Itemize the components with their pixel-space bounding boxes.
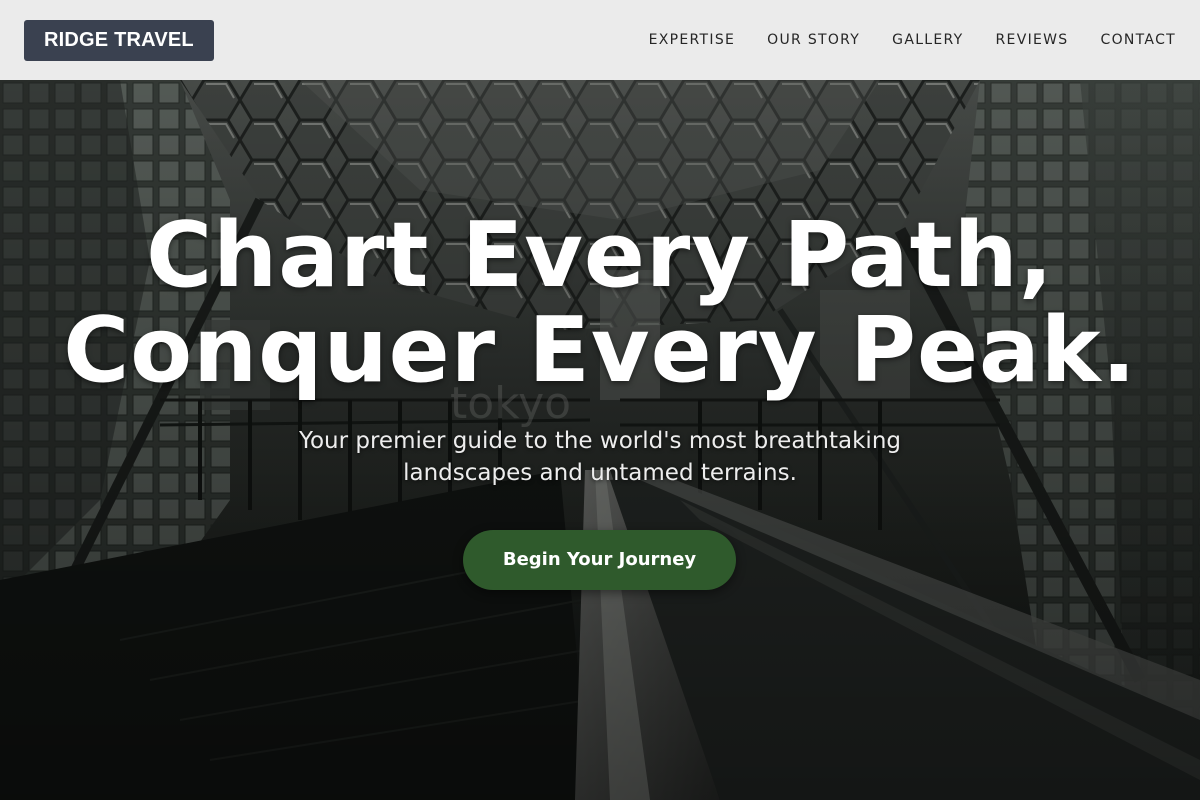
hero-section: tokyo Chart Every Path, Conquer Every Pe… <box>0 80 1200 800</box>
brand-logo-button[interactable]: RIDGE TRAVEL <box>24 19 214 61</box>
hero-subtitle-line-1: Your premier guide to the world's most b… <box>298 428 902 454</box>
nav-link-expertise[interactable]: EXPERTISE <box>649 32 736 48</box>
hero-title-line-1: Chart Every Path, <box>146 203 1054 308</box>
hero-title: Chart Every Path, Conquer Every Peak. <box>0 208 1200 398</box>
hero-subtitle-line-2: landscapes and untamed terrains. <box>403 460 797 486</box>
nav-link-contact[interactable]: CONTACT <box>1101 32 1177 48</box>
nav-link-reviews[interactable]: REVIEWS <box>996 32 1069 48</box>
hero-content: Chart Every Path, Conquer Every Peak. Yo… <box>0 80 1200 800</box>
hero-subtitle: Your premier guide to the world's most b… <box>270 425 930 489</box>
nav-link-our-story[interactable]: OUR STORY <box>767 32 860 48</box>
main-nav: EXPERTISE OUR STORY GALLERY REVIEWS CONT… <box>649 32 1176 48</box>
begin-journey-button[interactable]: Begin Your Journey <box>463 530 736 590</box>
nav-link-gallery[interactable]: GALLERY <box>892 32 963 48</box>
hero-title-line-2: Conquer Every Peak. <box>63 298 1137 403</box>
site-header: RIDGE TRAVEL EXPERTISE OUR STORY GALLERY… <box>0 0 1200 80</box>
